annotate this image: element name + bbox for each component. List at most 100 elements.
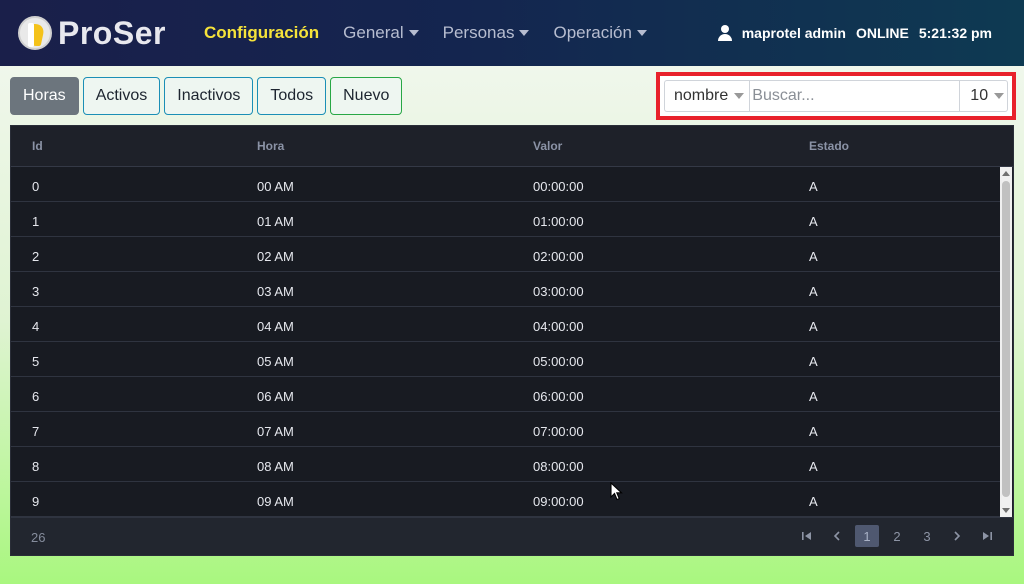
table-row[interactable]: 1 01 AM 01:00:00 A xyxy=(11,202,1001,237)
user-area: maprotel admin ONLINE 5:21:32 pm xyxy=(717,0,992,66)
table-row[interactable]: 8 08 AM 08:00:00 A xyxy=(11,447,1001,482)
search-bar: nombre 10 xyxy=(656,72,1016,120)
cell-valor: 01:00:00 xyxy=(533,214,584,229)
cell-hora: 03 AM xyxy=(257,284,294,299)
cell-valor: 09:00:00 xyxy=(533,494,584,509)
caret-down-icon xyxy=(994,93,1005,99)
nav-item-configuracion[interactable]: Configuración xyxy=(204,23,319,43)
caret-down-icon xyxy=(408,30,419,36)
cell-estado: A xyxy=(809,214,818,229)
table-row[interactable]: 9 09 AM 09:00:00 A xyxy=(11,482,1001,517)
cell-id: 8 xyxy=(32,459,40,474)
column-header-hora[interactable]: Hora xyxy=(257,139,284,153)
table-row[interactable]: 2 02 AM 02:00:00 A xyxy=(11,237,1001,272)
page-size-select[interactable]: 10 xyxy=(960,80,1008,112)
table-row[interactable]: 7 07 AM 07:00:00 A xyxy=(11,412,1001,447)
nav-item-general[interactable]: General xyxy=(343,23,419,43)
total-count: 26 xyxy=(31,530,46,545)
nav-item-label: Configuración xyxy=(203,23,320,42)
cell-estado: A xyxy=(809,179,818,194)
cell-hora: 08 AM xyxy=(257,459,294,474)
nav-item-label: Personas xyxy=(442,23,515,42)
scroll-down-icon[interactable] xyxy=(1002,508,1010,513)
data-table: Id Hora Valor Estado 0 00 AM 00:00:00 A … xyxy=(10,125,1014,556)
user-name[interactable]: maprotel admin xyxy=(742,25,846,41)
cell-estado: A xyxy=(809,389,818,404)
cell-hora: 05 AM xyxy=(257,354,294,369)
cell-valor: 05:00:00 xyxy=(533,354,584,369)
cell-id: 7 xyxy=(32,424,40,439)
todos-button[interactable]: Todos xyxy=(257,77,327,115)
cell-id: 2 xyxy=(32,249,40,264)
page-button-1[interactable]: 1 xyxy=(855,525,879,547)
horas-button[interactable]: Horas xyxy=(10,77,79,115)
user-icon[interactable] xyxy=(717,25,732,41)
page-button-3[interactable]: 3 xyxy=(915,525,939,547)
cell-id: 6 xyxy=(32,389,40,404)
brand-name: ProSer xyxy=(58,14,166,51)
cell-hora: 09 AM xyxy=(257,494,294,509)
cell-id: 4 xyxy=(32,319,40,334)
inactivos-button[interactable]: Inactivos xyxy=(164,77,254,115)
cell-id: 0 xyxy=(32,179,40,194)
column-header-valor[interactable]: Valor xyxy=(533,139,562,153)
cell-valor: 06:00:00 xyxy=(533,389,584,404)
nuevo-button[interactable]: Nuevo xyxy=(330,77,403,115)
nav-item-label: Operación xyxy=(553,23,632,42)
nav-item-label: General xyxy=(343,23,404,42)
search-field-select[interactable]: nombre xyxy=(664,80,750,112)
scroll-up-icon[interactable] xyxy=(1002,171,1010,176)
cell-hora: 02 AM xyxy=(257,249,294,264)
table-row[interactable]: 4 04 AM 04:00:00 A xyxy=(11,307,1001,342)
caret-down-icon xyxy=(734,93,745,99)
cell-valor: 02:00:00 xyxy=(533,249,584,264)
nav-item-operacion[interactable]: Operación xyxy=(553,23,647,43)
cell-hora: 06 AM xyxy=(257,389,294,404)
table-row[interactable]: 3 03 AM 03:00:00 A xyxy=(11,272,1001,307)
table-body: 0 00 AM 00:00:00 A 1 01 AM 01:00:00 A 2 … xyxy=(11,167,1001,517)
table-footer: 26 1 2 3 xyxy=(11,517,1013,555)
table-header: Id Hora Valor Estado xyxy=(11,126,1013,167)
page-size-value: 10 xyxy=(970,87,989,104)
table-row[interactable]: 6 06 AM 06:00:00 A xyxy=(11,377,1001,412)
cell-estado: A xyxy=(809,319,818,334)
previous-page-icon[interactable] xyxy=(825,525,849,547)
status-badge: ONLINE xyxy=(855,25,909,41)
cell-id: 9 xyxy=(32,494,40,509)
cell-hora: 00 AM xyxy=(257,179,294,194)
last-page-icon[interactable] xyxy=(975,525,999,547)
activos-button[interactable]: Activos xyxy=(82,77,161,115)
cell-estado: A xyxy=(809,249,818,264)
cell-estado: A xyxy=(809,354,818,369)
page-button-2[interactable]: 2 xyxy=(885,525,909,547)
cell-estado: A xyxy=(809,284,818,299)
table-row[interactable]: 0 00 AM 00:00:00 A xyxy=(11,167,1001,202)
cell-valor: 04:00:00 xyxy=(533,319,584,334)
cell-estado: A xyxy=(809,494,818,509)
clock: 5:21:32 pm xyxy=(918,25,992,41)
cell-valor: 00:00:00 xyxy=(533,179,584,194)
brand[interactable]: ProSer xyxy=(18,15,166,52)
top-navbar: ProSer Configuración General Personas Op… xyxy=(0,0,1024,66)
nav-item-personas[interactable]: Personas xyxy=(443,23,530,43)
cell-estado: A xyxy=(809,459,818,474)
first-page-icon[interactable] xyxy=(795,525,819,547)
search-input[interactable] xyxy=(749,80,961,112)
brand-logo-icon xyxy=(18,16,52,50)
search-field-value: nombre xyxy=(674,87,729,104)
column-header-estado[interactable]: Estado xyxy=(809,139,849,153)
cell-hora: 04 AM xyxy=(257,319,294,334)
pagination: 1 2 3 xyxy=(789,525,999,547)
caret-down-icon xyxy=(636,30,647,36)
mouse-cursor-icon xyxy=(610,482,623,501)
cell-hora: 01 AM xyxy=(257,214,294,229)
scroll-thumb[interactable] xyxy=(1002,181,1010,497)
table-scrollbar[interactable] xyxy=(1000,167,1012,517)
cell-valor: 07:00:00 xyxy=(533,424,584,439)
next-page-icon[interactable] xyxy=(945,525,969,547)
cell-valor: 03:00:00 xyxy=(533,284,584,299)
table-row[interactable]: 5 05 AM 05:00:00 A xyxy=(11,342,1001,377)
column-header-id[interactable]: Id xyxy=(32,139,43,153)
cell-id: 3 xyxy=(32,284,40,299)
cell-estado: A xyxy=(809,424,818,439)
